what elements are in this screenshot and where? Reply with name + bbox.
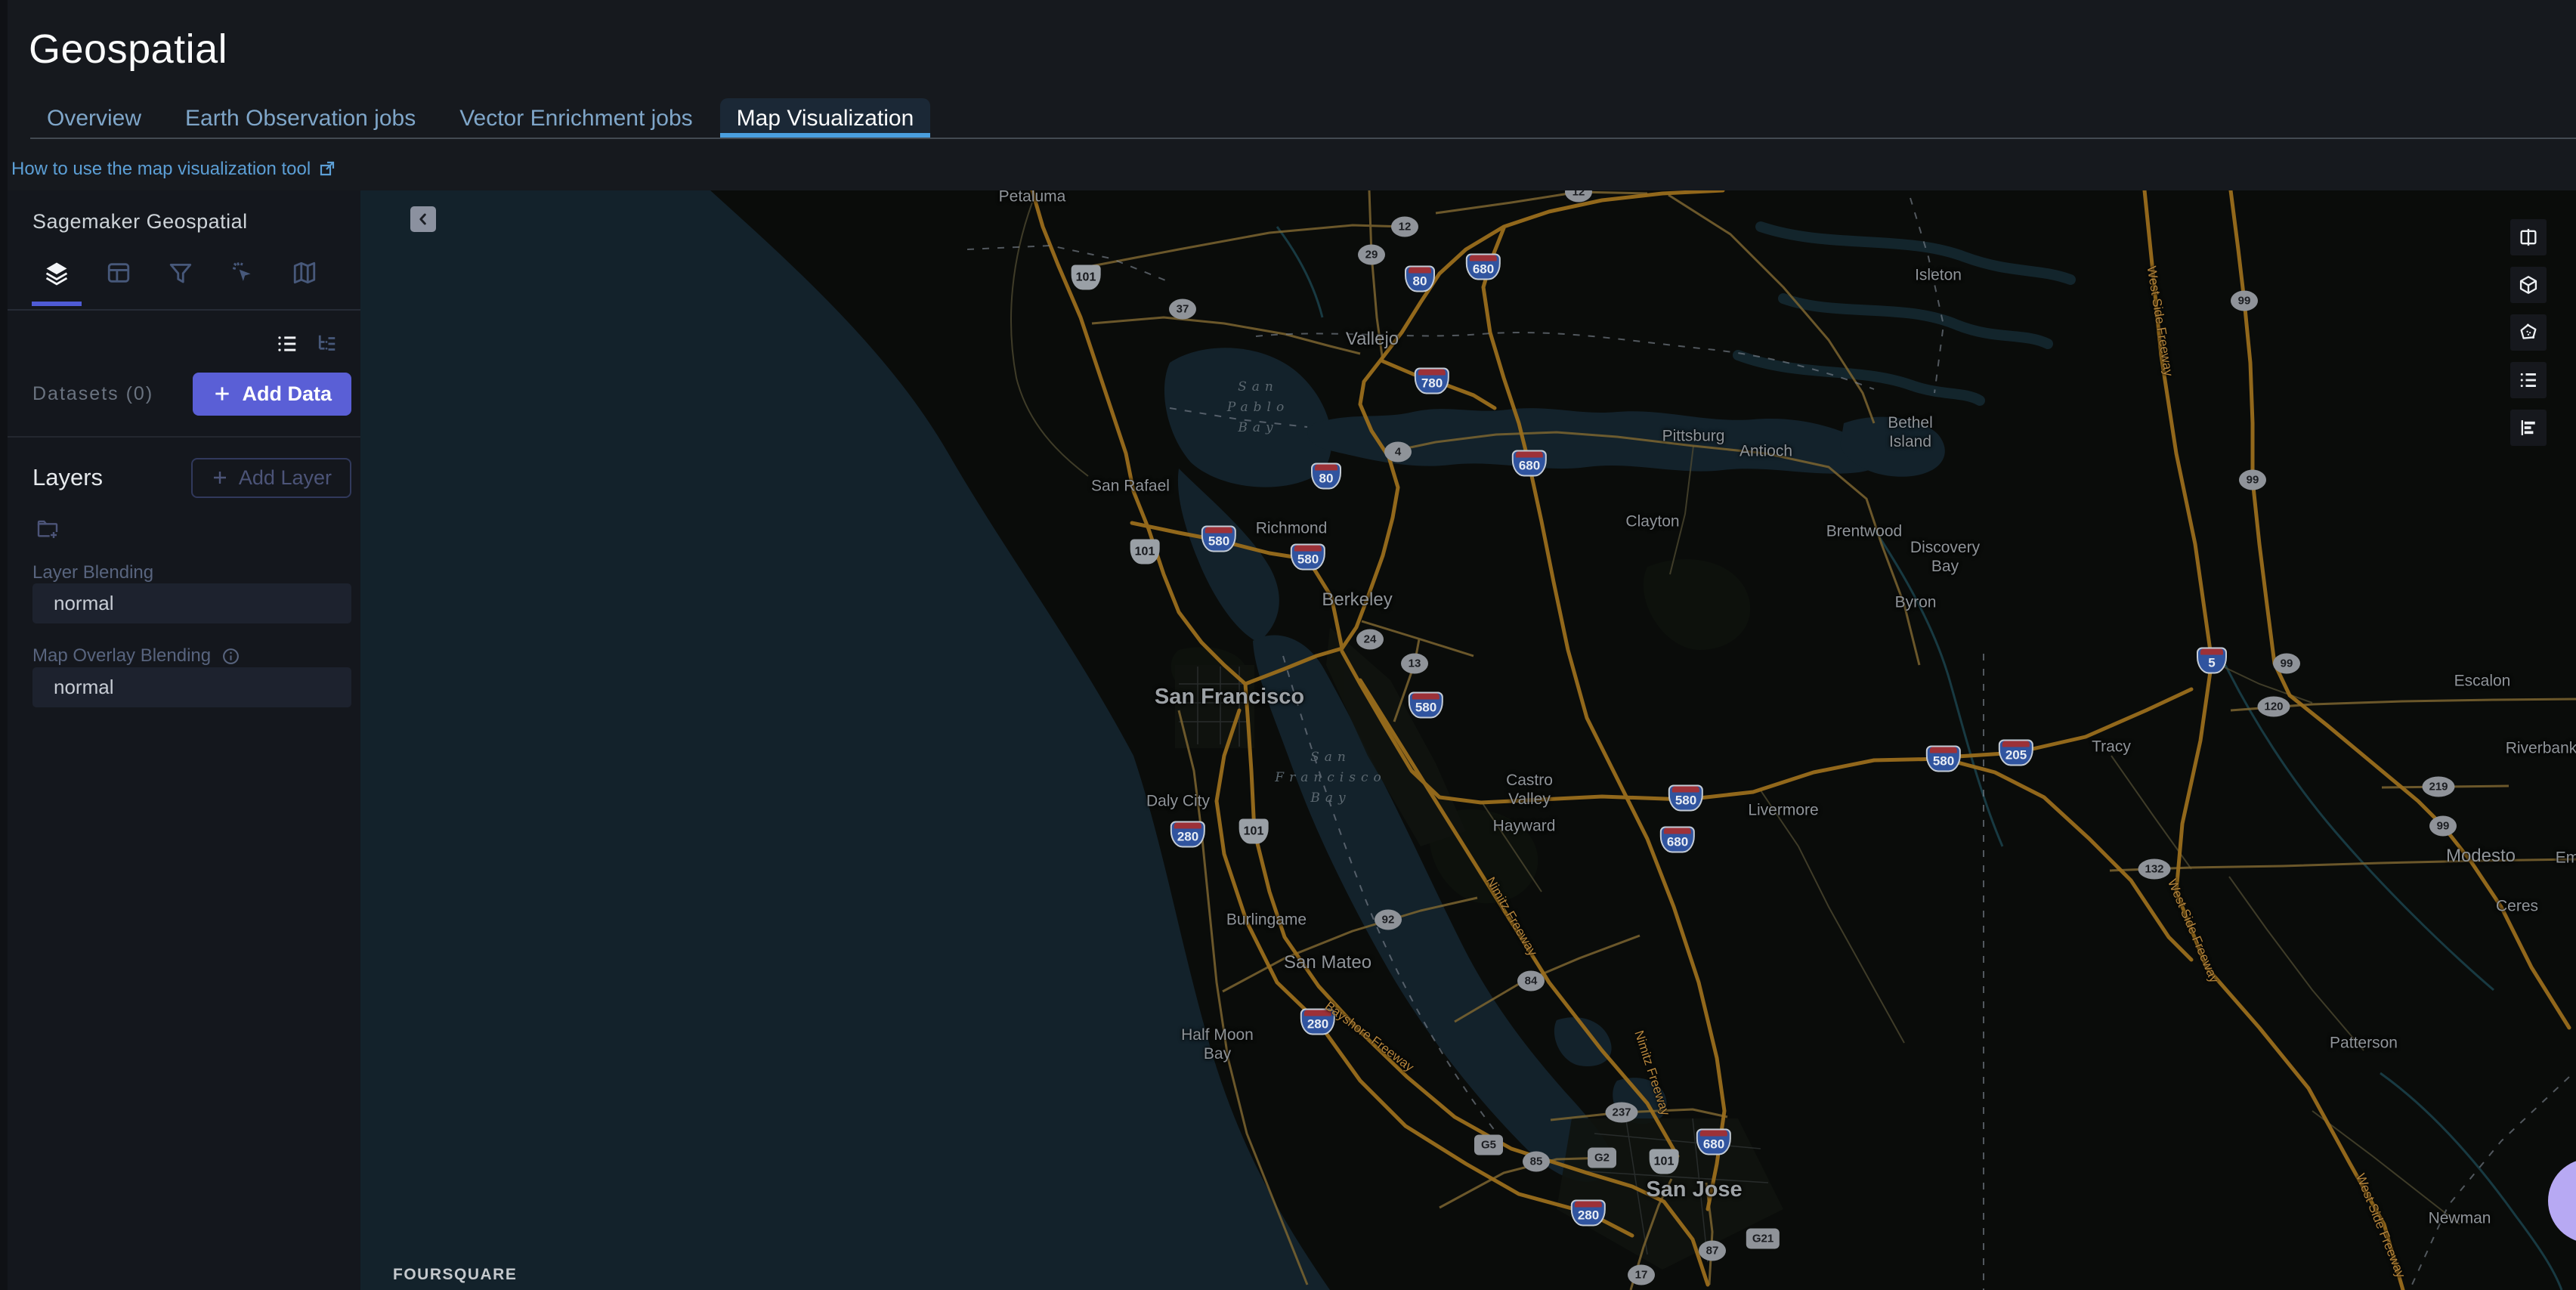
tree-view-icon[interactable]: [315, 333, 338, 355]
layers-icon[interactable]: [32, 260, 82, 306]
chart-legend-icon[interactable]: [2510, 410, 2547, 446]
layers-title: Layers: [32, 464, 104, 490]
map-canvas[interactable]: Petaluma Vallejo San Rafael Richmond Berkele…: [360, 190, 2576, 1290]
sidebar: Sagemaker Geospatial Datasets (0) Add Da…: [8, 190, 360, 1290]
tool-tabs: [32, 260, 317, 306]
map-overlay-blending-label: Map Overlay Blending: [32, 645, 240, 667]
add-data-button[interactable]: Add Data: [193, 372, 351, 416]
layer-blending-select[interactable]: normal: [32, 583, 351, 623]
help-link[interactable]: How to use the map visualization tool: [11, 159, 336, 180]
left-gutter: [0, 0, 8, 1290]
add-folder-icon[interactable]: [35, 517, 60, 541]
sidebar-divider: [8, 436, 360, 438]
plus-icon: [213, 472, 226, 484]
panels-icon[interactable]: [106, 260, 131, 286]
list-view-icon[interactable]: [276, 333, 298, 355]
tool-tabs-divider: [8, 309, 360, 311]
split-map-icon[interactable]: [2510, 219, 2547, 255]
help-link-label: How to use the map visualization tool: [11, 159, 311, 179]
tab-bar: Overview Earth Observation jobs Vector Enr…: [30, 98, 931, 138]
basemap: [360, 190, 2576, 1290]
info-icon[interactable]: [221, 647, 240, 666]
layer-blending-value: normal: [54, 592, 114, 614]
legend-list-icon[interactable]: [2510, 362, 2547, 398]
map-controls: [2510, 219, 2547, 446]
chevron-left-icon: [419, 213, 426, 225]
cube-3d-icon[interactable]: [2510, 267, 2547, 303]
geospatial-console: Geospatial Overview Earth Observation job…: [0, 0, 2576, 1290]
map-overlay-blending-select[interactable]: normal: [32, 667, 351, 707]
tab-divider: [30, 138, 2576, 139]
filter-icon[interactable]: [168, 260, 193, 286]
sidebar-title: Sagemaker Geospatial: [32, 210, 248, 233]
map-attribution: FOURSQUARE: [393, 1266, 518, 1283]
map-overlay-blending-value: normal: [54, 676, 114, 698]
datasets-count-label: Datasets (0): [32, 382, 154, 404]
page-title: Geospatial: [29, 26, 228, 72]
add-data-label: Add Data: [242, 382, 332, 405]
basemap-icon[interactable]: [292, 260, 317, 286]
layers-row: Layers Add Layer: [32, 456, 351, 499]
datasets-row: Datasets (0) Add Data: [32, 372, 351, 416]
layer-blending-label: Layer Blending: [32, 562, 154, 583]
polygon-icon[interactable]: [2510, 314, 2547, 351]
tab-earth-observation-jobs[interactable]: Earth Observation jobs: [169, 98, 432, 138]
external-link-icon: [320, 161, 335, 176]
interaction-icon[interactable]: [230, 260, 255, 286]
tab-map-visualization[interactable]: Map Visualization: [719, 98, 931, 138]
view-toggles: [276, 333, 338, 355]
tab-vector-enrichment-jobs[interactable]: Vector Enrichment jobs: [443, 98, 709, 138]
add-layer-label: Add Layer: [238, 466, 332, 489]
tab-overview[interactable]: Overview: [30, 98, 158, 138]
add-layer-button[interactable]: Add Layer: [190, 457, 351, 498]
plus-icon: [215, 387, 230, 401]
sidebar-collapse-button[interactable]: [410, 206, 436, 232]
